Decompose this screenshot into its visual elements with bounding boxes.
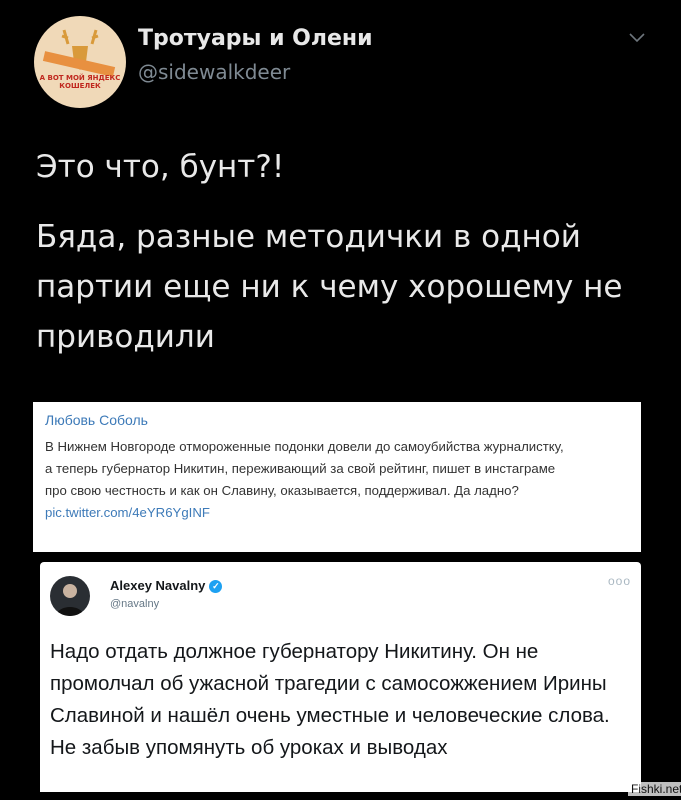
display-name[interactable]: Тротуары и Олени: [138, 26, 373, 51]
chevron-down-icon[interactable]: [628, 32, 646, 44]
tweet-text-line1: Это что, бунт?!: [36, 149, 285, 185]
navalny-name-text: Alexey Navalny: [110, 578, 206, 593]
quoted-post-text: В Нижнем Новгороде отмороженные подонки …: [45, 436, 565, 524]
avatar-caption: А ВОТ МОЙ ЯНДЕКС КОШЕЛЕК: [39, 74, 121, 90]
navalny-name[interactable]: Alexey Navalny ✓: [110, 578, 223, 594]
quoted-post-author[interactable]: Любовь Соболь: [45, 412, 148, 428]
user-handle[interactable]: @sidewalkdeer: [138, 60, 290, 84]
quoted-post-navalny[interactable]: Alexey Navalny ✓ @navalny ooo Надо отдать…: [40, 562, 641, 792]
navalny-post-text: Надо отдать должное губернатору Никитину…: [50, 640, 610, 759]
verified-badge-icon: ✓: [209, 580, 223, 594]
tweet-text-line2: Бяда, разные методички в одной партии ещ…: [36, 219, 623, 355]
avatar[interactable]: А ВОТ МОЙ ЯНДЕКС КОШЕЛЕК: [34, 16, 126, 108]
quoted-post-sobol[interactable]: Любовь Соболь В Нижнем Новгороде отморож…: [33, 402, 641, 552]
watermark: Fishki.net: [628, 782, 681, 796]
more-options-icon[interactable]: ooo: [608, 574, 631, 588]
deer-logo-icon: [42, 29, 116, 77]
navalny-handle[interactable]: @navalny: [110, 598, 159, 610]
person-icon: [56, 584, 84, 616]
quoted-post-body: В Нижнем Новгороде отмороженные подонки …: [45, 439, 564, 498]
quoted-post-link[interactable]: pic.twitter.com/4eYR6YgINF: [45, 505, 210, 520]
navalny-avatar[interactable]: [50, 576, 90, 616]
